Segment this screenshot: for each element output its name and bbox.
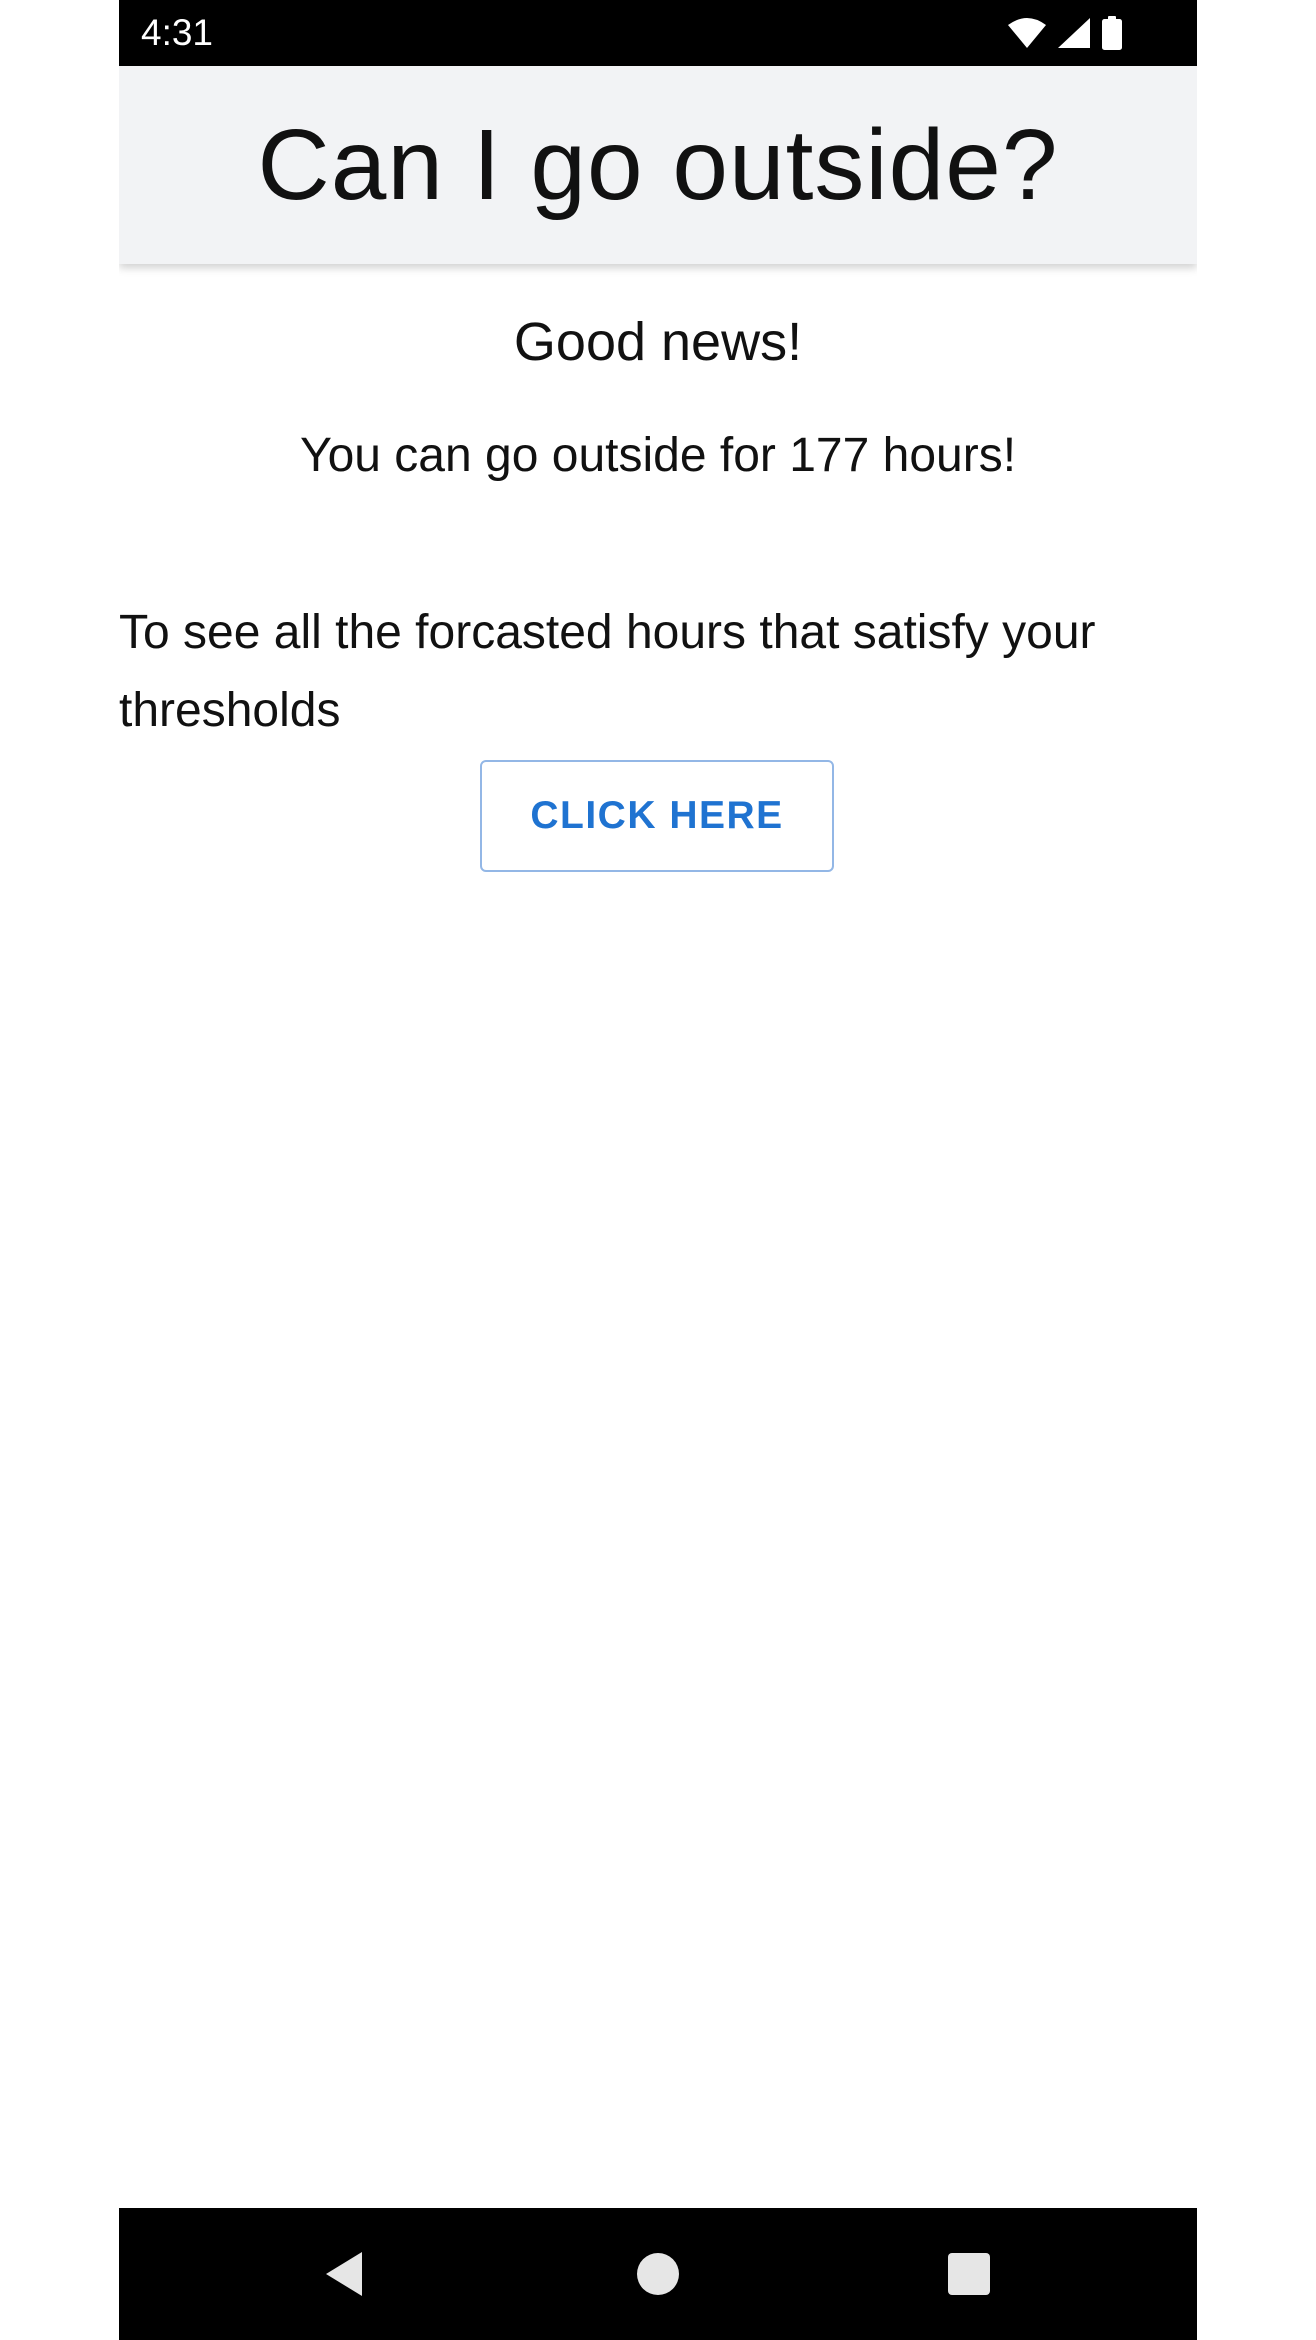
recents-icon[interactable]: [948, 2253, 990, 2295]
app-screen: 4:31 Can I go outside? Good news! You ca…: [119, 0, 1197, 2340]
page-title: Can I go outside?: [257, 108, 1059, 221]
status-icons: [1007, 16, 1123, 50]
back-icon[interactable]: [324, 2251, 364, 2302]
status-bar: 4:31: [119, 0, 1197, 66]
click-here-button-label: CLICK HERE: [530, 794, 784, 837]
navigation-bar: [119, 2208, 1197, 2340]
status-time: 4:31: [141, 12, 214, 53]
battery-icon: [1101, 16, 1123, 50]
home-icon[interactable]: [637, 2253, 679, 2295]
info-text: To see all the forcasted hours that sati…: [119, 606, 1096, 737]
click-here-button[interactable]: CLICK HERE: [480, 760, 834, 872]
wifi-icon: [1007, 17, 1047, 49]
cell-signal-icon: [1057, 17, 1091, 49]
app-bar: Can I go outside?: [119, 66, 1197, 264]
headline: Good news!: [513, 312, 803, 372]
hours-message: You can go outside for 177 hours!: [299, 429, 1017, 482]
